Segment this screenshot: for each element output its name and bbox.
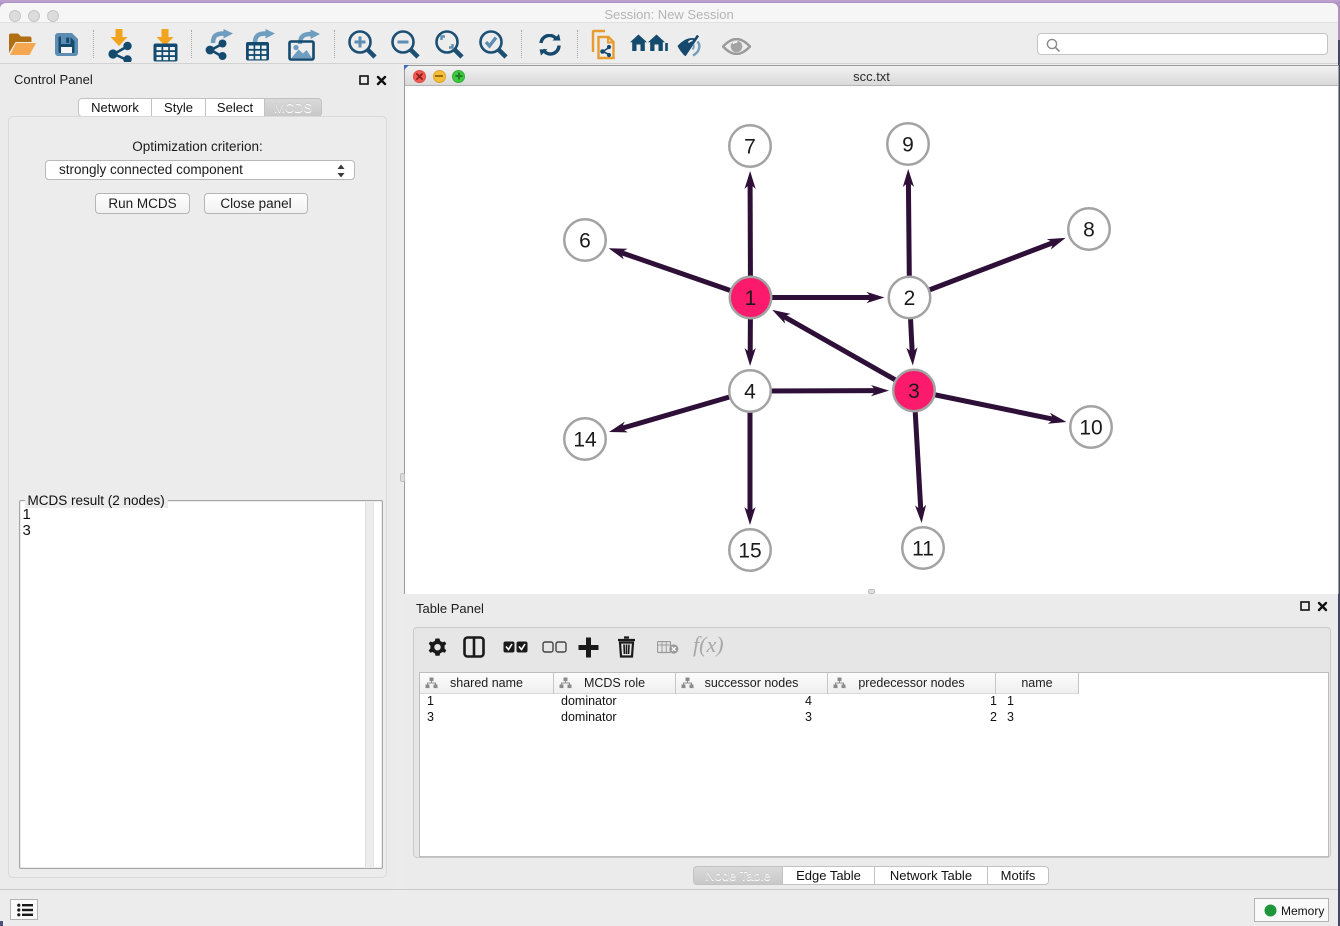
svg-text:11: 11: [912, 538, 934, 561]
svg-text:4: 4: [744, 381, 756, 404]
svg-text:1: 1: [745, 287, 757, 310]
svg-text:7: 7: [744, 136, 756, 159]
svg-text:9: 9: [902, 134, 914, 157]
svg-text:6: 6: [579, 230, 591, 253]
svg-text:15: 15: [738, 540, 761, 563]
svg-text:10: 10: [1079, 417, 1102, 440]
svg-text:2: 2: [904, 287, 916, 310]
svg-text:3: 3: [908, 380, 920, 403]
svg-text:8: 8: [1083, 219, 1095, 242]
svg-text:14: 14: [573, 429, 597, 452]
